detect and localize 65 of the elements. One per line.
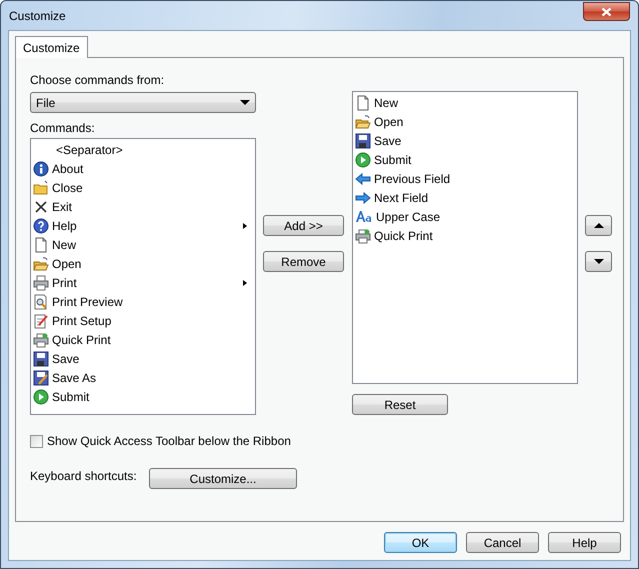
toolbar-commands-list[interactable]: New Open Save Submit Previous Field Next Field Upper Case Quick Print <box>352 91 578 384</box>
right-arrow-icon <box>355 190 371 206</box>
reset-button[interactable]: Reset <box>352 394 448 415</box>
help-icon <box>33 218 49 234</box>
dialog-button[interactable]: Cancel <box>466 532 539 553</box>
command-item[interactable]: New <box>52 238 76 252</box>
open-folder-icon <box>355 114 371 130</box>
font-icon <box>355 208 373 224</box>
window-title: Customize <box>8 8 66 23</box>
command-item[interactable]: Print <box>52 276 77 290</box>
command-item[interactable]: Submit <box>52 390 90 404</box>
command-item[interactable]: Next Field <box>374 190 428 204</box>
printer-check-icon <box>33 332 49 348</box>
page-pencil-icon <box>33 312 49 328</box>
checkbox[interactable] <box>30 434 43 448</box>
page-icon <box>355 94 371 110</box>
play-icon <box>355 152 371 168</box>
field-label: Commands: <box>30 121 96 135</box>
close-icon <box>601 6 612 16</box>
customize-button[interactable]: Customize... <box>149 468 297 489</box>
close-button[interactable] <box>583 2 630 21</box>
command-item[interactable]: Open <box>374 114 404 128</box>
up-arrow-icon <box>594 223 604 228</box>
command-item[interactable]: Print Setup <box>52 314 112 328</box>
dialog-button[interactable]: OK <box>384 532 457 553</box>
move-up-button[interactable] <box>585 215 612 236</box>
move-down-button[interactable] <box>585 251 612 272</box>
command-item[interactable]: Exit <box>52 200 72 214</box>
dropdown-caret-icon <box>240 100 250 105</box>
printer-check-icon <box>355 228 371 244</box>
command-item[interactable]: Print Preview <box>52 294 123 308</box>
left-arrow-icon <box>355 170 371 186</box>
field-label: Keyboard shortcuts: <box>30 468 138 483</box>
floppy-pencil-icon <box>33 370 49 386</box>
command-item[interactable]: Save <box>374 134 402 148</box>
separator-item[interactable]: <Separator> <box>33 142 123 156</box>
command-item[interactable]: Quick Print <box>52 332 111 346</box>
command-item[interactable]: Previous Field <box>374 172 450 186</box>
command-item[interactable]: Submit <box>374 152 412 166</box>
remove-button[interactable]: Remove <box>263 251 344 272</box>
open-folder-icon <box>33 256 49 272</box>
magnifier-page-icon <box>33 294 49 310</box>
command-item[interactable]: Open <box>52 256 82 270</box>
field-label: Choose commands from: <box>30 73 166 87</box>
category-dropdown[interactable]: File <box>30 92 256 113</box>
command-item[interactable]: Upper Case <box>376 210 440 224</box>
info-icon <box>33 160 49 176</box>
play-icon <box>33 388 49 404</box>
command-item[interactable]: Close <box>52 180 83 194</box>
commands-list[interactable]: <Separator> About Close Exit Help New Open Print Print Preview Print Setup Quick Print Save Save As Submit <box>30 138 256 415</box>
printer-icon <box>33 274 49 290</box>
command-item[interactable]: New <box>374 96 398 110</box>
page-icon <box>33 236 49 252</box>
command-item[interactable]: Help <box>52 218 77 232</box>
checkbox-label: Show Quick Access Toolbar below the Ribbon <box>47 434 291 448</box>
command-item[interactable]: Quick Print <box>374 228 433 242</box>
close-icon <box>33 198 49 214</box>
folder-icon <box>33 180 49 196</box>
command-item[interactable]: Save As <box>52 370 96 384</box>
dialog-button[interactable]: Help <box>548 532 621 553</box>
add-button[interactable]: Add >> <box>263 215 344 236</box>
command-item[interactable]: Save <box>52 352 80 366</box>
command-item[interactable]: About <box>52 162 84 176</box>
tab[interactable]: Customize <box>15 36 88 58</box>
down-arrow-icon <box>594 259 604 264</box>
